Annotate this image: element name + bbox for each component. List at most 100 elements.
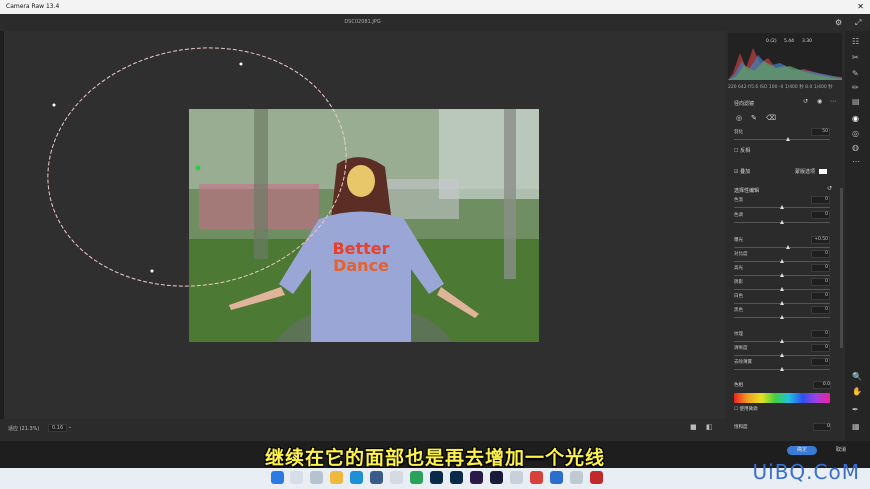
canvas-status-bar: 适应 (21.3%) 0.16 ⌄ ■ ◧	[0, 419, 725, 441]
slider-value[interactable]: 0	[811, 278, 830, 286]
app-icon-light[interactable]	[510, 471, 523, 484]
slider-knob[interactable]	[780, 339, 784, 343]
slider-knob[interactable]	[780, 205, 784, 209]
redeye-icon[interactable]: ◎	[852, 129, 859, 138]
search-icon[interactable]	[290, 471, 303, 484]
slider-row[interactable]: 去除薄雾 0	[734, 358, 830, 375]
overlay-checkbox[interactable]: ☑ 叠加	[734, 168, 750, 175]
invert-label: 反相	[740, 148, 751, 154]
before-after-icon[interactable]: ◧	[706, 423, 713, 431]
more-icon[interactable]: ⋯	[830, 98, 836, 105]
slider-value[interactable]: 0	[811, 330, 830, 338]
slider-knob[interactable]	[780, 273, 784, 277]
slider-value[interactable]: 0	[811, 250, 830, 258]
presets-icon[interactable]: ◍	[852, 143, 859, 152]
feather-knob[interactable]	[786, 137, 790, 141]
hand-icon[interactable]: ✋	[852, 387, 862, 396]
slider-track[interactable]	[734, 247, 830, 248]
saturation-label: 饱和度	[734, 425, 748, 430]
single-view-icon[interactable]: ■	[690, 423, 697, 431]
folder-icon[interactable]	[390, 471, 403, 484]
fine-adjust-box[interactable]: ☐	[734, 407, 738, 412]
selective-reset-icon[interactable]: ↺	[827, 185, 832, 192]
fine-adjust-checkbox[interactable]: ☐ 使用微调	[734, 406, 757, 412]
slider-value[interactable]: 0	[811, 344, 830, 352]
slider-row[interactable]: 色调 0	[734, 211, 830, 228]
slider-value[interactable]: 0	[811, 211, 830, 219]
crop-icon[interactable]: ✂	[852, 53, 859, 62]
premiere-icon[interactable]	[470, 471, 483, 484]
overlay-checkbox-box[interactable]: ☑	[734, 169, 738, 175]
invert-checkbox[interactable]: ☐ 反相	[734, 147, 750, 154]
eraser-icon[interactable]: ⌫	[766, 114, 776, 122]
saturation-value[interactable]: 0	[813, 423, 831, 431]
zoom-dropdown-icon[interactable]: ⌄	[68, 424, 72, 430]
grid-icon[interactable]: ▦	[852, 422, 860, 431]
slider-value[interactable]: 0	[811, 306, 830, 314]
radial-filter-overlay[interactable]	[0, 0, 725, 441]
panel-scrollbar[interactable]	[840, 188, 843, 348]
healing-icon[interactable]: ✎	[852, 69, 859, 78]
store-icon[interactable]	[370, 471, 383, 484]
app-icon-blue[interactable]	[550, 471, 563, 484]
mask-color-swatch[interactable]	[818, 169, 827, 174]
brush-tool-icon[interactable]: ✏	[852, 83, 859, 92]
slider-knob[interactable]	[780, 367, 784, 371]
brush-icon[interactable]: ✎	[751, 114, 757, 122]
task-view-icon[interactable]	[310, 471, 323, 484]
slider-knob[interactable]	[785, 245, 790, 249]
filter-handle-top[interactable]	[239, 62, 243, 66]
slider-value[interactable]: 0	[811, 358, 830, 366]
visibility-icon[interactable]: ◉	[817, 98, 822, 105]
filter-handle-left[interactable]	[52, 103, 56, 107]
app-icon-red[interactable]	[590, 471, 603, 484]
close-icon[interactable]: ✕	[857, 0, 864, 14]
app-icon-green[interactable]	[410, 471, 423, 484]
slider-knob[interactable]	[780, 220, 784, 224]
slider-knob[interactable]	[780, 353, 784, 357]
settings-icon[interactable]: ⚙	[835, 14, 842, 31]
filter-center-pin[interactable]	[195, 165, 201, 171]
file-explorer-icon[interactable]	[330, 471, 343, 484]
sampler-icon[interactable]: ✒	[852, 405, 859, 414]
slider-knob[interactable]	[780, 259, 784, 263]
feather-value[interactable]: 50	[811, 128, 830, 136]
zoom-value[interactable]: 0.16	[48, 424, 68, 432]
wps-icon[interactable]	[530, 471, 543, 484]
slider-knob[interactable]	[780, 287, 784, 291]
slider-value[interactable]: 0	[811, 196, 830, 204]
fullscreen-icon[interactable]: ⤢	[855, 14, 861, 31]
gradient-icon[interactable]: ▤	[852, 97, 860, 106]
filter-handle-bottom[interactable]	[150, 269, 154, 273]
hue-value[interactable]: 0.0	[813, 381, 831, 389]
settings-app-icon[interactable]	[570, 471, 583, 484]
reset-icon[interactable]: ↺	[803, 98, 808, 105]
photoshop-icon[interactable]	[430, 471, 443, 484]
slider-label: 高光	[734, 266, 743, 271]
slider-value[interactable]: 0	[811, 292, 830, 300]
more-tools-icon[interactable]: ⋯	[852, 157, 860, 166]
invert-checkbox-box[interactable]: ☐	[734, 148, 738, 154]
site-watermark: UiBQ.CoM	[752, 460, 860, 484]
slider-value[interactable]: +0.50	[811, 236, 830, 244]
overlay-label: 叠加	[740, 169, 751, 175]
zoom-icon[interactable]: 🔍	[852, 372, 862, 381]
edit-sliders-icon[interactable]: ☷	[852, 37, 859, 46]
photoshop-icon-2[interactable]	[450, 471, 463, 484]
app-icon-dark[interactable]	[490, 471, 503, 484]
slider-row[interactable]: 黑色 0	[734, 306, 830, 323]
start-icon[interactable]	[271, 471, 284, 484]
filter-brush-icon[interactable]: ◎	[736, 114, 742, 122]
video-subtitle: 继续在它的面部也是再去增加一个光线	[264, 447, 605, 469]
slider-knob[interactable]	[780, 301, 784, 305]
zoom-fit-label[interactable]: 适应 (21.3%)	[8, 425, 39, 432]
feather-slider[interactable]: 羽化 50	[734, 128, 830, 145]
edge-icon[interactable]	[350, 471, 363, 484]
slider-label: 色调	[734, 213, 743, 218]
feather-track[interactable]	[734, 139, 830, 140]
slider-knob[interactable]	[780, 315, 784, 319]
radial-filter-icon[interactable]: ◉	[852, 114, 859, 123]
hue-color-bar[interactable]	[734, 393, 830, 403]
slider-value[interactable]: 0	[811, 264, 830, 272]
mask-options[interactable]: 蒙版选项	[795, 168, 827, 175]
